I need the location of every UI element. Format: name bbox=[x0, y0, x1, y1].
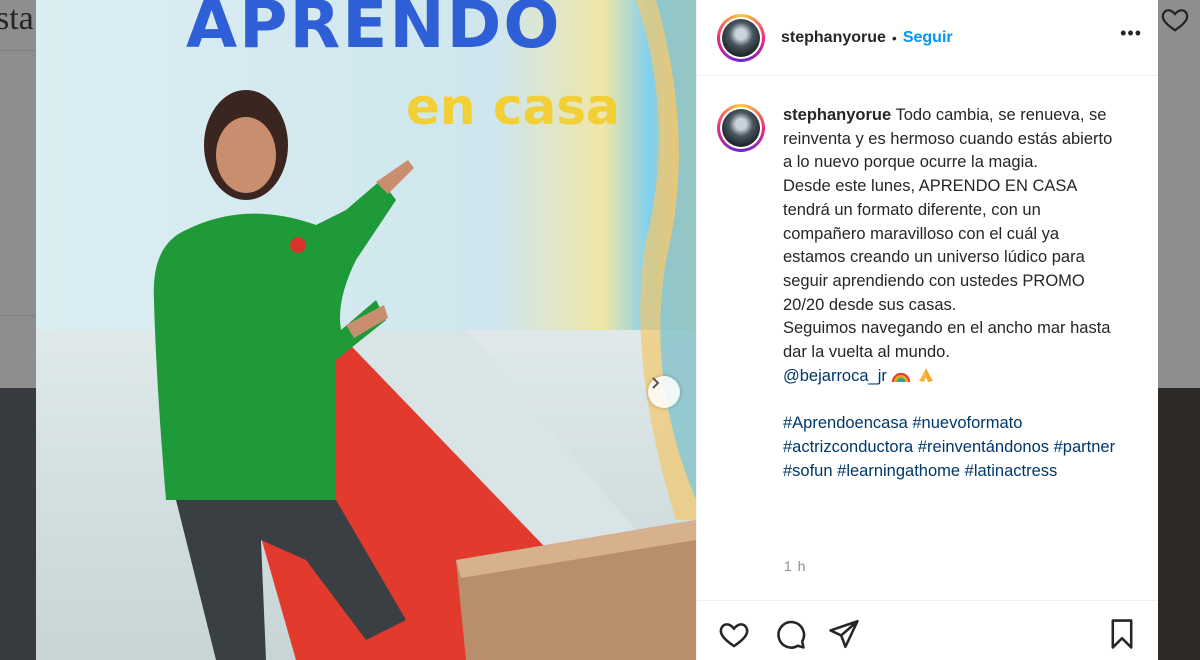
post-modal: APRENDO en casa stephanyorue • Seguir ••… bbox=[36, 0, 1158, 660]
hashtag-link[interactable]: #latinactress bbox=[965, 462, 1058, 480]
hashtag-link[interactable]: #learningathome bbox=[837, 462, 960, 480]
caption-line: Desde este lunes, APRENDO EN CASA tendrá… bbox=[783, 177, 1085, 314]
caption-text: stephanyorue Todo cambia, se renueva, se… bbox=[783, 104, 1123, 483]
hashtag-link[interactable]: #nuevoformato bbox=[912, 414, 1022, 432]
caption: stephanyorue Todo cambia, se renueva, se… bbox=[717, 104, 1137, 483]
post-timestamp[interactable]: 1 h bbox=[784, 558, 806, 574]
post-photo[interactable]: APRENDO en casa bbox=[36, 0, 696, 660]
bookmark-icon[interactable] bbox=[1105, 617, 1139, 651]
chevron-right-icon bbox=[652, 377, 660, 389]
avatar[interactable] bbox=[717, 13, 765, 62]
hashtag-link[interactable]: #sofun bbox=[783, 462, 833, 480]
caption-avatar[interactable] bbox=[717, 104, 765, 152]
post-header: stephanyorue • Seguir ••• bbox=[697, 0, 1158, 76]
hashtag-link[interactable]: #actrizconductora bbox=[783, 438, 913, 456]
hashtag-link[interactable]: #Aprendoencasa bbox=[783, 414, 908, 432]
rainbow-emoji-icon bbox=[892, 372, 911, 383]
more-options-icon[interactable]: ••• bbox=[1120, 23, 1142, 52]
follow-button[interactable]: Seguir bbox=[903, 29, 953, 47]
post-sidebar: stephanyorue • Seguir ••• stephanyorue T… bbox=[696, 0, 1158, 660]
comment-icon[interactable] bbox=[773, 617, 807, 651]
heart-icon[interactable] bbox=[717, 617, 751, 651]
header-username[interactable]: stephanyorue bbox=[781, 29, 886, 47]
screen-subtitle: en casa bbox=[406, 78, 620, 136]
action-bar bbox=[697, 600, 1158, 660]
pray-emoji-icon bbox=[919, 367, 934, 382]
next-photo-button[interactable] bbox=[648, 376, 680, 408]
separator-dot: • bbox=[891, 29, 897, 46]
screen-title: APRENDO bbox=[186, 0, 562, 63]
hashtag-link[interactable]: #partner bbox=[1054, 438, 1115, 456]
caption-line: Seguimos navegando en el ancho mar hasta… bbox=[783, 319, 1111, 362]
send-icon[interactable] bbox=[827, 617, 861, 651]
mention-link[interactable]: @bejarroca_jr bbox=[783, 367, 887, 385]
caption-username[interactable]: stephanyorue bbox=[783, 106, 891, 124]
hashtag-link[interactable]: #reinventándonos bbox=[918, 438, 1049, 456]
